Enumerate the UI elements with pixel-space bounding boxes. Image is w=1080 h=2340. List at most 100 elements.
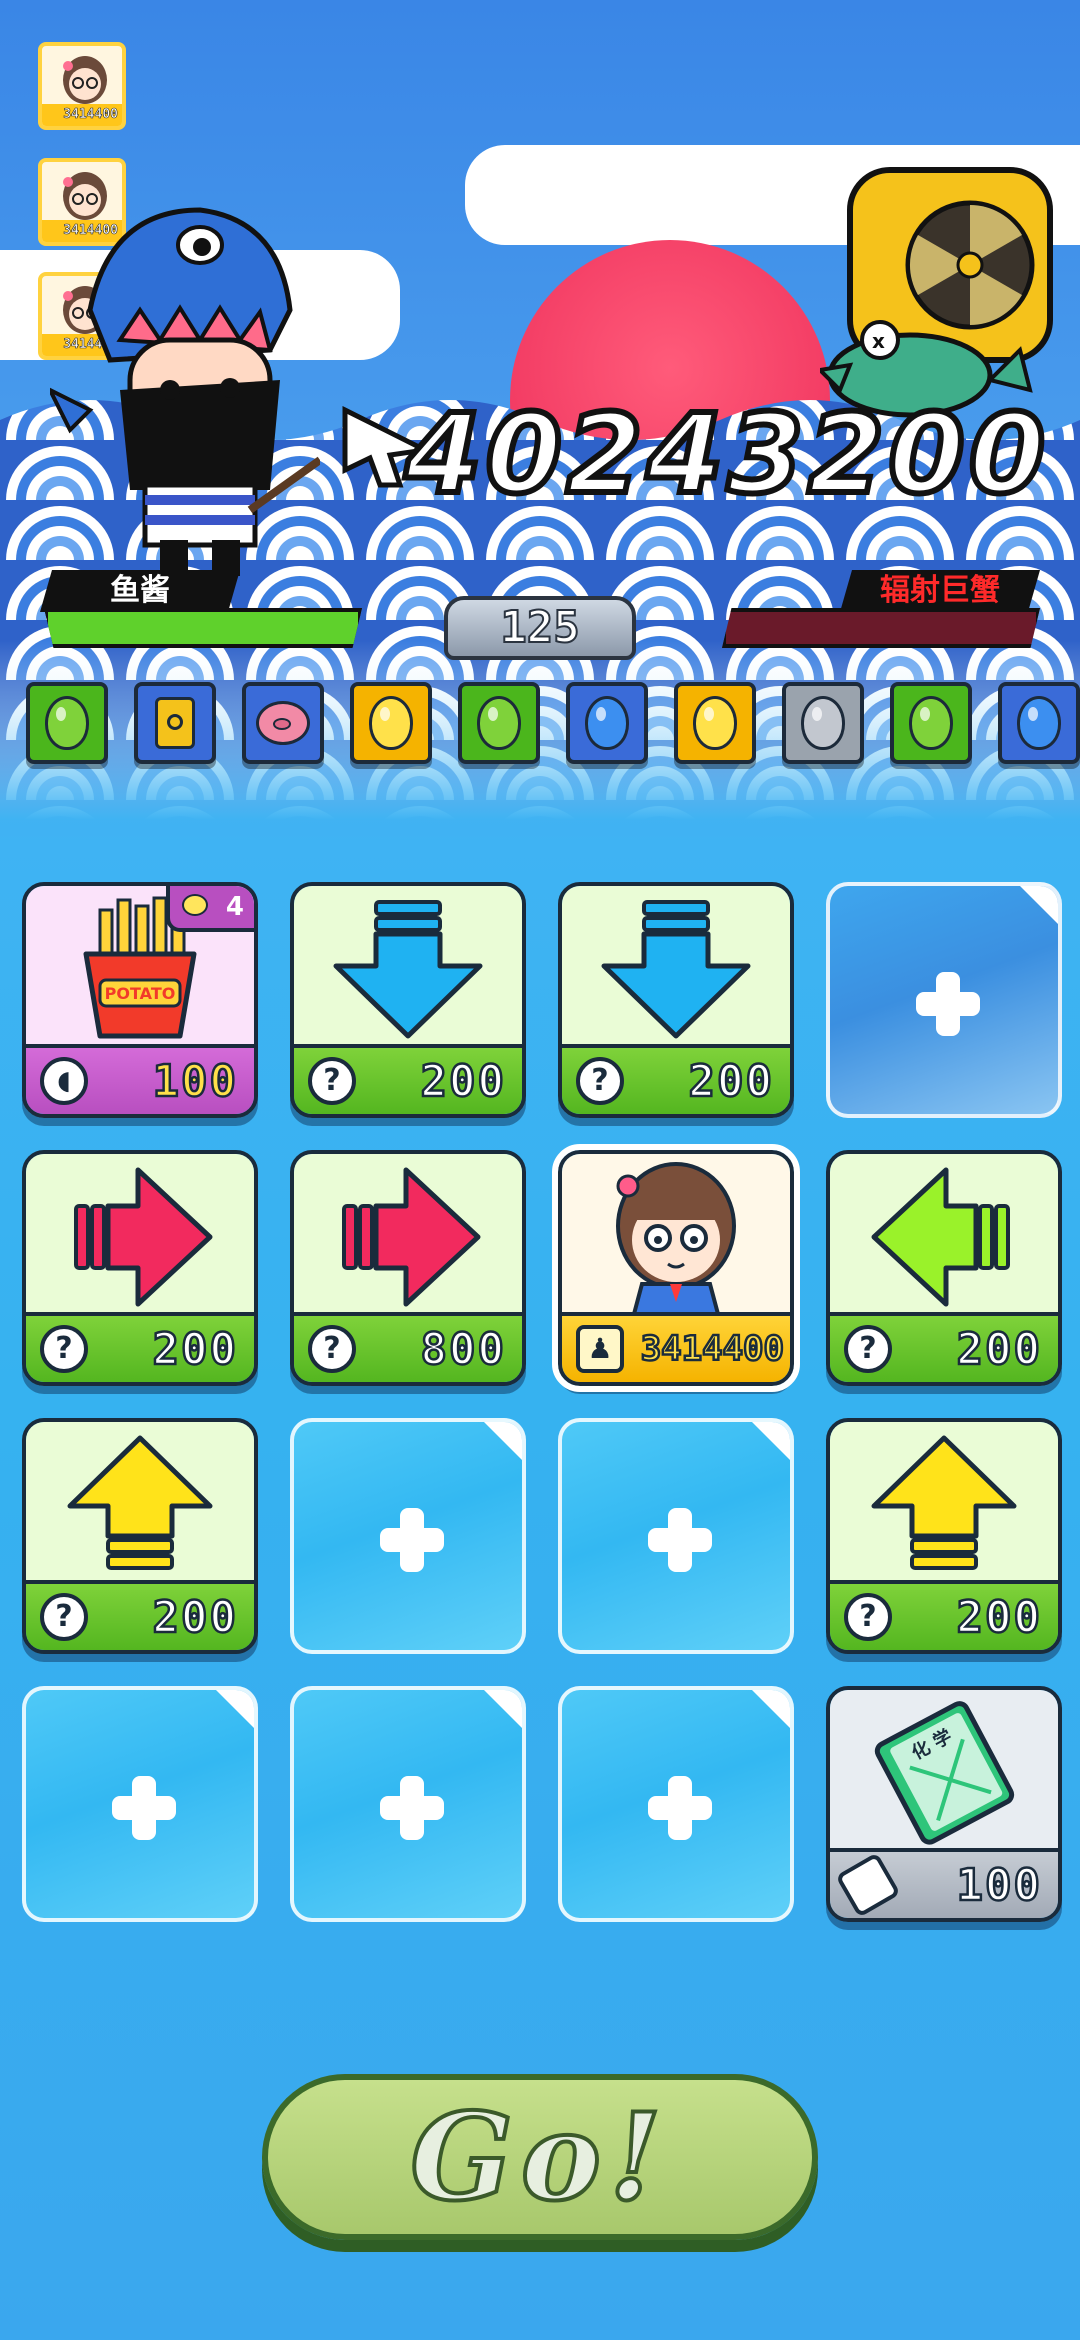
blue-balloon-icon <box>1017 696 1061 750</box>
card-cost: 800 <box>419 1322 506 1376</box>
chemistry-book-icon: 化 学 <box>874 1701 1015 1845</box>
corner-fold <box>212 1690 254 1732</box>
empty-slot[interactable] <box>558 1418 794 1654</box>
question-icon: ? <box>40 1325 88 1373</box>
yellow-up-arrow-card[interactable]: ? 200 <box>826 1418 1062 1654</box>
corner-fold <box>480 1422 522 1464</box>
player-avatar-card[interactable]: ♟ 3414400 <box>552 1144 800 1392</box>
green-balloon-icon <box>909 696 953 750</box>
chemistry-book-card[interactable]: 化 学 100 <box>826 1686 1062 1922</box>
card-cost: 200 <box>419 1054 506 1108</box>
card-art <box>830 1154 1058 1312</box>
queue-item <box>26 682 108 764</box>
question-icon: ? <box>308 1325 356 1373</box>
enemy-name: 辐射巨蟹 <box>840 570 1040 612</box>
user-icon: ♟ <box>576 1325 624 1373</box>
svg-text:x: x <box>872 329 885 353</box>
card-cost: 200 <box>955 1590 1042 1644</box>
empty-slot[interactable] <box>826 882 1062 1118</box>
enemy-hp-bar <box>722 608 1040 648</box>
card-art <box>294 1154 522 1312</box>
card-cost: 100 <box>955 1858 1042 1912</box>
card-art: 化 学 <box>830 1690 1058 1848</box>
arrow-down-icon <box>601 900 751 1039</box>
plus-icon <box>916 972 980 1036</box>
empty-slot[interactable] <box>290 1686 526 1922</box>
green-left-arrow-card[interactable]: ? 200 <box>826 1150 1062 1386</box>
player-name: 鱼酱 <box>40 570 240 612</box>
card-art <box>830 1422 1058 1580</box>
corner-fold <box>1016 886 1058 928</box>
card-cost: 200 <box>151 1322 238 1376</box>
queue-item <box>242 682 324 764</box>
battle-scene: 3414400 3414400 3414400 x 40243200 鱼酱 12… <box>0 0 1080 820</box>
card-cost-bar: ? 200 <box>26 1312 254 1382</box>
damage-number: 40243200 <box>402 387 1050 521</box>
yellow-balloon-icon <box>369 696 413 750</box>
question-icon: ? <box>844 1593 892 1641</box>
go-button[interactable]: Go! <box>262 2074 818 2240</box>
player-hp-fill <box>48 612 358 644</box>
card-cost: 100 <box>151 1054 238 1108</box>
stack-count: 4 <box>225 892 244 922</box>
green-balloon-icon <box>477 696 521 750</box>
green-balloon-icon <box>45 696 89 750</box>
shark-girl-character <box>50 207 320 576</box>
friend-avatar[interactable]: 3414400 <box>38 42 126 130</box>
plus-icon <box>380 1508 444 1572</box>
queue-item <box>350 682 432 764</box>
arrow-right-icon <box>74 1167 213 1307</box>
french-fries-card[interactable]: POTATO 4 ◖ 100 <box>22 882 258 1118</box>
card-cost-bar: ? 200 <box>562 1044 790 1114</box>
red-right-arrow-card[interactable]: ? 200 <box>22 1150 258 1386</box>
card-cost-bar: ? 200 <box>830 1580 1058 1650</box>
card-cost: 200 <box>151 1590 238 1644</box>
queue-item <box>890 682 972 764</box>
card-cost: 200 <box>687 1054 774 1108</box>
card-art <box>26 1422 254 1580</box>
card-art <box>294 886 522 1044</box>
radioactive-crab-enemy: x <box>820 167 1053 418</box>
corner-fold <box>748 1422 790 1464</box>
friend-score: 3414400 <box>42 104 122 126</box>
arrow-right-icon <box>342 1167 481 1307</box>
empty-slot[interactable] <box>558 1686 794 1922</box>
question-icon: ? <box>308 1057 356 1105</box>
plus-icon <box>648 1508 712 1572</box>
queue-item <box>782 682 864 764</box>
arrow-down-icon <box>333 900 483 1039</box>
card-cost-bar: ? 800 <box>294 1312 522 1382</box>
item-queue <box>26 682 1080 766</box>
card-cost: 200 <box>955 1322 1042 1376</box>
corner-fold <box>748 1690 790 1732</box>
gray-balloon-icon <box>801 696 845 750</box>
svg-text:POTATO: POTATO <box>105 984 176 1003</box>
queue-item <box>998 682 1080 764</box>
round-counter: 125 <box>444 596 636 660</box>
queue-item <box>458 682 540 764</box>
card-art <box>26 1154 254 1312</box>
question-icon: ? <box>576 1057 624 1105</box>
card-art <box>562 886 790 1044</box>
bread-icon: ◖ <box>40 1057 88 1105</box>
blue-balloon-icon <box>585 696 629 750</box>
yellow-up-arrow-card[interactable]: ? 200 <box>22 1418 258 1654</box>
queue-item <box>134 682 216 764</box>
card-art <box>562 1154 790 1314</box>
blue-down-arrow-card[interactable]: ? 200 <box>558 882 794 1118</box>
plus-icon <box>380 1776 444 1840</box>
question-icon: ? <box>844 1325 892 1373</box>
blue-down-arrow-card[interactable]: ? 200 <box>290 882 526 1118</box>
go-button-label: Go! <box>408 2085 670 2230</box>
player-hp-bar <box>44 608 362 648</box>
pig-icon <box>256 701 310 745</box>
plus-icon <box>112 1776 176 1840</box>
card-cost-bar: ♟ 3414400 <box>562 1312 790 1382</box>
empty-slot[interactable] <box>22 1686 258 1922</box>
red-right-arrow-card[interactable]: ? 800 <box>290 1150 526 1386</box>
empty-slot[interactable] <box>290 1418 526 1654</box>
corner-fold <box>480 1690 522 1732</box>
sock-icon <box>182 894 208 916</box>
card-cost-bar: 100 <box>830 1848 1058 1918</box>
card-cost-bar: ? 200 <box>830 1312 1058 1382</box>
